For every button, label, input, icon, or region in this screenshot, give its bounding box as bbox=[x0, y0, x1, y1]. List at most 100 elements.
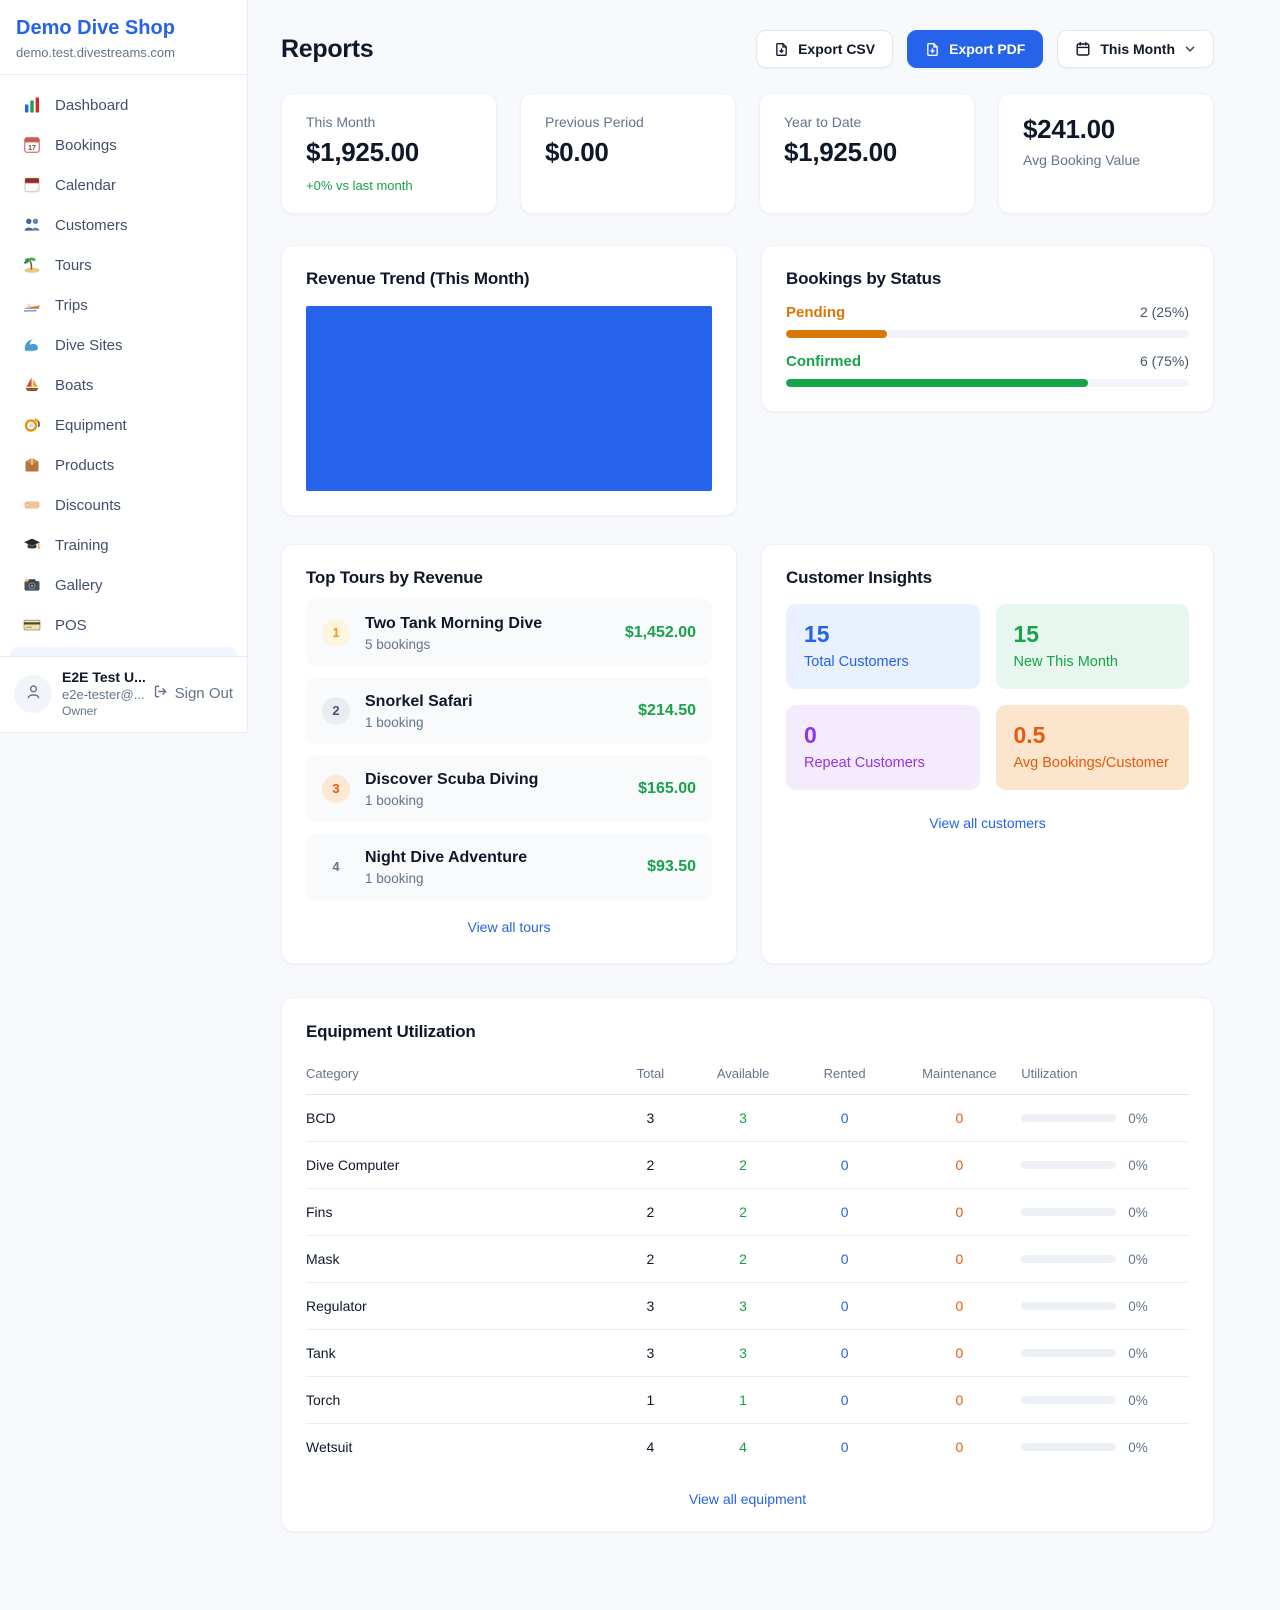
sidebar-item-tours[interactable]: Tours bbox=[12, 245, 235, 285]
training-icon bbox=[22, 535, 42, 555]
status-value: 6 (75%) bbox=[1140, 353, 1189, 369]
revenue-trend-card: Revenue Trend (This Month) bbox=[281, 245, 737, 516]
cell-available: 2 bbox=[695, 1236, 792, 1283]
bookings-by-status-title: Bookings by Status bbox=[786, 269, 1189, 289]
cell-total: 1 bbox=[606, 1377, 694, 1424]
stat-card: Previous Period $0.00 bbox=[520, 93, 736, 214]
cell-category: Fins bbox=[306, 1189, 606, 1236]
stat-value: $1,925.00 bbox=[784, 137, 950, 168]
cell-category: Mask bbox=[306, 1236, 606, 1283]
main-content: Reports Export CSV Export PDF This Month… bbox=[248, 0, 1229, 1592]
export-csv-label: Export CSV bbox=[798, 41, 875, 57]
stat-cards: This Month $1,925.00 +0% vs last month P… bbox=[281, 93, 1214, 214]
cell-category: BCD bbox=[306, 1095, 606, 1142]
cell-utilization: 0% bbox=[1021, 1424, 1189, 1471]
cell-total: 3 bbox=[606, 1330, 694, 1377]
sidebar-item-label: Equipment bbox=[55, 417, 127, 434]
user-panel: E2E Test U... e2e-tester@... Owner Sign … bbox=[0, 656, 247, 732]
sidebar-item-products[interactable]: Products bbox=[12, 445, 235, 485]
gallery-icon bbox=[22, 575, 42, 595]
sign-out-button[interactable]: Sign Out bbox=[153, 684, 233, 703]
sidebar-item-customers[interactable]: Customers bbox=[12, 205, 235, 245]
sidebar-item-label: Bookings bbox=[55, 137, 117, 154]
tour-row: 3 Discover Scuba Diving 1 booking $165.0… bbox=[306, 755, 712, 822]
header-actions: Export CSV Export PDF This Month bbox=[756, 30, 1214, 68]
export-csv-button[interactable]: Export CSV bbox=[756, 30, 893, 68]
sidebar-item-discounts[interactable]: Discounts bbox=[12, 485, 235, 525]
cell-category: Dive Computer bbox=[306, 1142, 606, 1189]
insight-value: 0.5 bbox=[1014, 722, 1172, 749]
utilization-bar bbox=[1021, 1114, 1116, 1122]
sidebar-item-trips[interactable]: Trips bbox=[12, 285, 235, 325]
sidebar-item-label: Training bbox=[55, 537, 109, 554]
tour-bookings: 1 booking bbox=[365, 793, 538, 808]
sidebar-item-gallery[interactable]: Gallery bbox=[12, 565, 235, 605]
sidebar-item-training[interactable]: Training bbox=[12, 525, 235, 565]
cell-utilization: 0% bbox=[1021, 1095, 1189, 1142]
view-all-equipment-link[interactable]: View all equipment bbox=[306, 1491, 1189, 1507]
sidebar-item-label: Discounts bbox=[55, 497, 121, 514]
sidebar-item-label: Dashboard bbox=[55, 97, 128, 114]
products-icon bbox=[22, 455, 42, 475]
sidebar-item-bookings[interactable]: 17 Bookings bbox=[12, 125, 235, 165]
tour-rank-badge: 1 bbox=[322, 619, 350, 647]
calendar-icon bbox=[22, 175, 42, 195]
tour-amount: $93.50 bbox=[647, 858, 696, 876]
sidebar-item-calendar[interactable]: Calendar bbox=[12, 165, 235, 205]
export-pdf-button[interactable]: Export PDF bbox=[907, 30, 1043, 68]
tour-bookings: 1 booking bbox=[365, 871, 527, 886]
status-label: Confirmed bbox=[786, 353, 861, 370]
sidebar-item-reports-partial[interactable] bbox=[10, 647, 237, 656]
tour-row: 1 Two Tank Morning Dive 5 bookings $1,45… bbox=[306, 599, 712, 666]
period-dropdown[interactable]: This Month bbox=[1057, 30, 1214, 68]
dive-sites-icon bbox=[22, 335, 42, 355]
sidebar-item-equipment[interactable]: Equipment bbox=[12, 405, 235, 445]
trips-icon bbox=[22, 295, 42, 315]
utilization-percent: 0% bbox=[1128, 1158, 1148, 1173]
utilization-percent: 0% bbox=[1128, 1346, 1148, 1361]
sidebar-item-pos[interactable]: POS bbox=[12, 605, 235, 645]
customer-insights-title: Customer Insights bbox=[786, 568, 1189, 588]
file-down-icon bbox=[774, 42, 789, 57]
stat-label: Year to Date bbox=[784, 114, 950, 130]
table-row: BCD 3 3 0 0 0% bbox=[306, 1095, 1189, 1142]
table-row: Dive Computer 2 2 0 0 0% bbox=[306, 1142, 1189, 1189]
cell-category: Tank bbox=[306, 1330, 606, 1377]
sidebar-item-dive-sites[interactable]: Dive Sites bbox=[12, 325, 235, 365]
cell-utilization: 0% bbox=[1021, 1283, 1189, 1330]
cell-maintenance: 0 bbox=[898, 1424, 1022, 1471]
sidebar-item-label: Gallery bbox=[55, 577, 103, 594]
status-value: 2 (25%) bbox=[1140, 304, 1189, 320]
status-progress-fill bbox=[786, 330, 887, 338]
cell-rented: 0 bbox=[792, 1424, 898, 1471]
tour-row: 2 Snorkel Safari 1 booking $214.50 bbox=[306, 677, 712, 744]
utilization-bar bbox=[1021, 1349, 1116, 1357]
page-title: Reports bbox=[281, 35, 373, 64]
cell-rented: 0 bbox=[792, 1189, 898, 1236]
view-all-tours-link[interactable]: View all tours bbox=[306, 919, 712, 935]
table-row: Regulator 3 3 0 0 0% bbox=[306, 1283, 1189, 1330]
cell-category: Wetsuit bbox=[306, 1424, 606, 1471]
tours-icon bbox=[22, 255, 42, 275]
utilization-percent: 0% bbox=[1128, 1252, 1148, 1267]
utilization-bar bbox=[1021, 1255, 1116, 1263]
bookings-by-status-card: Bookings by Status Pending 2 (25%) Confi… bbox=[761, 245, 1214, 412]
sidebar-item-dashboard[interactable]: Dashboard bbox=[12, 85, 235, 125]
insight-tiles: 15 Total Customers 15 New This Month 0 R… bbox=[786, 604, 1189, 790]
cell-rented: 0 bbox=[792, 1377, 898, 1424]
column-header-total: Total bbox=[606, 1056, 694, 1095]
tour-bookings: 5 bookings bbox=[365, 637, 542, 652]
svg-text:17: 17 bbox=[28, 145, 36, 152]
cell-total: 2 bbox=[606, 1189, 694, 1236]
tour-rank-badge: 4 bbox=[322, 853, 350, 881]
shop-name: Demo Dive Shop bbox=[16, 16, 231, 40]
cell-available: 2 bbox=[695, 1189, 792, 1236]
top-tours-title: Top Tours by Revenue bbox=[306, 568, 712, 588]
view-all-customers-link[interactable]: View all customers bbox=[786, 815, 1189, 831]
revenue-trend-chart bbox=[306, 306, 712, 491]
sidebar-item-boats[interactable]: Boats bbox=[12, 365, 235, 405]
status-rows: Pending 2 (25%) Confirmed 6 (75%) bbox=[786, 304, 1189, 387]
tour-name: Night Dive Adventure bbox=[365, 848, 527, 868]
tour-rows: 1 Two Tank Morning Dive 5 bookings $1,45… bbox=[306, 599, 712, 900]
cell-maintenance: 0 bbox=[898, 1142, 1022, 1189]
